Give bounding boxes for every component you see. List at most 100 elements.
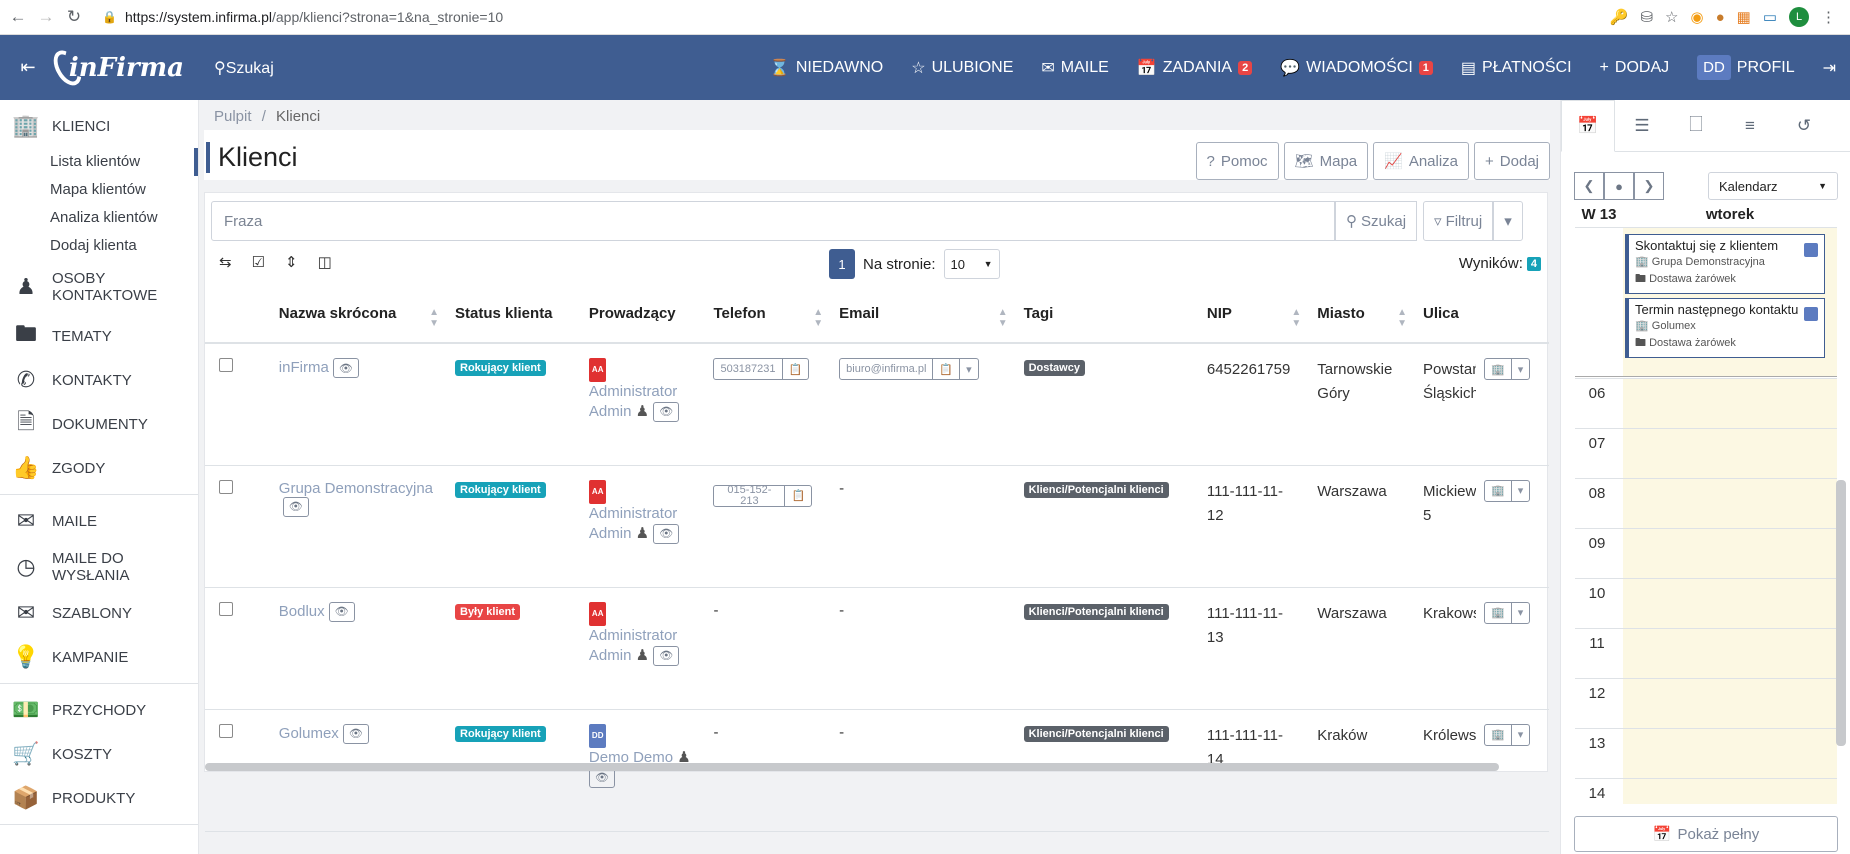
- chevron-down-icon[interactable]: ▾: [959, 358, 978, 380]
- page-button[interactable]: 1: [829, 249, 855, 279]
- vertical-scrollbar[interactable]: [1836, 480, 1846, 746]
- sort-icon[interactable]: ▲ ▼: [998, 307, 1008, 329]
- show-full-button[interactable]: 📅 Pokaż pełny: [1574, 816, 1838, 852]
- header-nip[interactable]: NIP ▲ ▼: [1198, 285, 1310, 344]
- menu-mails[interactable]: ✉ MAILE: [1041, 58, 1108, 78]
- sidebar-sub-client-analysis[interactable]: Analiza klientów: [0, 204, 198, 232]
- header-city[interactable]: Miasto ▲ ▼: [1309, 285, 1415, 344]
- tab-list[interactable]: ≡: [1723, 100, 1777, 152]
- prev-icon[interactable]: ❮: [1574, 172, 1604, 200]
- hour-row[interactable]: 06: [1575, 378, 1837, 429]
- sidebar-item-campaigns[interactable]: 💡 KAMPANIE: [0, 635, 198, 679]
- eye-icon[interactable]: 👁: [328, 601, 355, 622]
- forward-arrow-icon[interactable]: →: [32, 3, 60, 31]
- client-name-link[interactable]: Bodlux: [279, 602, 325, 619]
- menu-payments[interactable]: ▤ PŁATNOŚCI: [1461, 58, 1572, 78]
- sidebar-item-clients[interactable]: 🏢 KLIENCI: [0, 104, 198, 148]
- map-button[interactable]: 🗺 Mapa: [1283, 142, 1369, 180]
- eye-icon[interactable]: 👁: [653, 402, 680, 423]
- sort-icon[interactable]: ▲ ▼: [1291, 307, 1301, 329]
- rss-icon[interactable]: ◉: [1690, 8, 1703, 26]
- hour-row[interactable]: 14: [1575, 778, 1837, 804]
- sidebar-item-mails[interactable]: ✉ MAILE: [0, 499, 198, 543]
- menu-messages[interactable]: 💬 WIADOMOŚCI 1: [1280, 58, 1433, 78]
- sidebar-item-templates[interactable]: ✉ SZABLONY: [0, 591, 198, 635]
- copy-icon[interactable]: 📋: [932, 358, 959, 380]
- copy-icon[interactable]: 📋: [781, 358, 809, 380]
- phrase-input[interactable]: Fraza: [211, 201, 1335, 241]
- building-icon[interactable]: 🏢: [1485, 602, 1511, 624]
- menu-favorites[interactable]: ☆ ULUBIONE: [911, 58, 1013, 78]
- menu-add[interactable]: + DODAJ: [1600, 59, 1670, 77]
- sidebar-item-mails-to-send[interactable]: ◷ MAILE DO WYSŁANIA: [0, 543, 198, 591]
- expand-icon[interactable]: ⇕: [285, 253, 298, 271]
- chevron-down-icon[interactable]: ▾: [1510, 723, 1530, 746]
- sidebar-item-documents[interactable]: 🗎 DOKUMENTY: [0, 402, 198, 446]
- horizontal-scrollbar[interactable]: [205, 763, 1499, 771]
- cookie-icon[interactable]: ●: [1716, 9, 1725, 26]
- menu-recent[interactable]: ⌛ NIEDAWNO: [770, 58, 883, 78]
- header-name[interactable]: Nazwa skrócona ▲ ▼: [270, 285, 447, 344]
- row-checkbox[interactable]: [219, 358, 233, 372]
- collapse-sidebar-icon[interactable]: ⇤: [0, 57, 56, 78]
- sidebar-item-contacts[interactable]: ✆ KONTAKTY: [0, 358, 198, 402]
- sidebar-sub-add-client[interactable]: Dodaj klienta: [0, 232, 198, 260]
- row-checkbox[interactable]: [219, 601, 233, 616]
- calendar-event[interactable]: Skontaktuj się z klientem 🏢 Grupa Demons…: [1625, 234, 1825, 294]
- tab-tasks[interactable]: ☰: [1615, 100, 1669, 152]
- address-bar[interactable]: 🔒 https://system.infirma.pl/app/klienci?…: [102, 9, 503, 25]
- search-button[interactable]: ⚲ Szukaj: [1335, 201, 1418, 241]
- chevron-down-icon[interactable]: ▾: [1510, 358, 1530, 380]
- sidebar-sub-client-list[interactable]: Lista klientów: [0, 148, 198, 176]
- logout-icon[interactable]: ⇥: [1823, 58, 1836, 78]
- tab-notes[interactable]: 🗌: [1669, 100, 1723, 152]
- hour-row[interactable]: 08: [1575, 478, 1837, 529]
- copy-icon[interactable]: 📋: [784, 484, 811, 507]
- chevron-down-icon[interactable]: ▾: [1510, 601, 1530, 624]
- filter-button[interactable]: ▿ Filtruj: [1423, 201, 1494, 241]
- columns-icon[interactable]: ◫: [318, 253, 332, 271]
- chevron-down-icon[interactable]: ▾: [1510, 479, 1530, 502]
- eye-icon[interactable]: 👁: [282, 496, 309, 517]
- sort-icon[interactable]: ▲ ▼: [429, 307, 439, 329]
- header-email[interactable]: Email ▲ ▼: [831, 285, 1016, 344]
- sidebar-item-products[interactable]: 📦 PRODUKTY: [0, 776, 198, 820]
- filter-dropdown-button[interactable]: ▾: [1493, 201, 1523, 241]
- eye-icon[interactable]: 👁: [653, 645, 680, 666]
- eye-icon[interactable]: 👁: [332, 358, 359, 378]
- today-icon[interactable]: ●: [1604, 172, 1634, 200]
- sidebar-item-topics[interactable]: 🖿 TEMATY: [0, 314, 198, 358]
- key-icon[interactable]: 🔑: [1610, 8, 1629, 26]
- top-search-button[interactable]: ⚲Szukaj: [214, 58, 274, 78]
- profile-avatar[interactable]: L: [1789, 7, 1809, 27]
- sidebar-item-costs[interactable]: 🛒 KOSZTY: [0, 732, 198, 776]
- building-icon[interactable]: 🏢: [1485, 724, 1511, 746]
- building-icon[interactable]: 🏢: [1485, 480, 1511, 502]
- calendar-view-select[interactable]: Kalendarz ▼: [1708, 172, 1838, 200]
- eye-icon[interactable]: 👁: [342, 723, 369, 744]
- building-icon[interactable]: 🏢: [1485, 358, 1511, 380]
- sidebar-item-income[interactable]: 💵 PRZYCHODY: [0, 688, 198, 732]
- sidebar-item-consents[interactable]: 👍 ZGODY: [0, 446, 198, 490]
- tab-calendar[interactable]: 📅: [1561, 100, 1615, 152]
- sidebar-item-contact-persons[interactable]: ♟ OSOBY KONTAKTOWE: [0, 260, 198, 314]
- logo[interactable]: inFirma: [48, 45, 184, 90]
- translate-icon[interactable]: ⛁: [1640, 8, 1653, 26]
- hour-row[interactable]: 12: [1575, 678, 1837, 729]
- sort-icon[interactable]: ▲ ▼: [1397, 307, 1407, 329]
- eye-icon[interactable]: 👁: [653, 523, 680, 544]
- calendar-event[interactable]: Termin następnego kontaktu 🏢 Golumex 🖿 D…: [1625, 298, 1825, 358]
- row-checkbox[interactable]: [219, 723, 233, 738]
- screen-icon[interactable]: ▭: [1763, 8, 1777, 26]
- hour-row[interactable]: 13: [1575, 728, 1837, 779]
- menu-tasks[interactable]: 📅 ZADANIA 2: [1137, 58, 1253, 78]
- client-name-link[interactable]: Grupa Demonstracyjna: [279, 480, 433, 497]
- analysis-button[interactable]: 📈 Analiza: [1373, 142, 1470, 180]
- help-button[interactable]: ? Pomoc: [1195, 142, 1279, 180]
- hour-row[interactable]: 10: [1575, 578, 1837, 629]
- per-page-select[interactable]: 10 ▼: [943, 249, 1000, 279]
- phone-value[interactable]: 503187231: [714, 358, 781, 380]
- client-name-link[interactable]: inFirma: [279, 359, 329, 376]
- hour-row[interactable]: 07: [1575, 428, 1837, 479]
- phone-value[interactable]: 015-152-213: [714, 484, 784, 507]
